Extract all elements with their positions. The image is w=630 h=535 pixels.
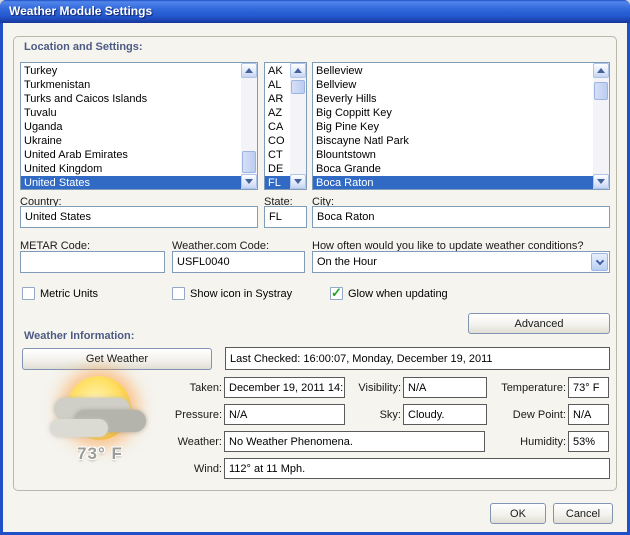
scroll-down-icon[interactable] xyxy=(290,174,306,189)
sky-value: Cloudy. xyxy=(403,404,487,425)
state-scroll-track[interactable] xyxy=(290,78,306,174)
checkbox-box[interactable]: ✓ xyxy=(22,287,35,300)
list-item[interactable]: Boca Grande xyxy=(313,162,593,176)
country-scrollbar[interactable] xyxy=(241,63,257,189)
country-list-items: TurkeyTurkmenistanTurks and Caicos Islan… xyxy=(21,63,241,189)
list-item[interactable]: AL xyxy=(265,78,290,92)
checkbox-label: Show icon in Systray xyxy=(190,288,292,300)
city-listbox[interactable]: BelleviewBellviewBeverly HillsBig Coppit… xyxy=(312,62,610,190)
checkbox-label: Metric Units xyxy=(40,288,98,300)
sky-label: Sky: xyxy=(330,409,401,421)
metric-units-checkbox[interactable]: ✓ Metric Units xyxy=(22,287,98,300)
combo-dropdown-button[interactable] xyxy=(591,253,608,271)
list-item[interactable]: United Kingdom xyxy=(21,162,241,176)
taken-label: Taken: xyxy=(150,382,222,394)
window-title: Weather Module Settings xyxy=(9,4,152,18)
list-item[interactable]: Uganda xyxy=(21,120,241,134)
dew-point-value: N/A xyxy=(568,404,609,425)
country-scroll-track[interactable] xyxy=(241,78,257,174)
scroll-down-icon[interactable] xyxy=(593,174,609,189)
list-item[interactable]: Belleview xyxy=(313,64,593,78)
list-item[interactable]: AZ xyxy=(265,106,290,120)
pressure-value: N/A xyxy=(224,404,345,425)
list-item[interactable]: Turkey xyxy=(21,64,241,78)
pressure-label: Pressure: xyxy=(150,409,222,421)
update-frequency-value: On the Hour xyxy=(313,256,591,268)
weather-value: No Weather Phenomena. xyxy=(224,431,485,452)
check-icon: ✓ xyxy=(331,286,342,299)
list-item[interactable]: Boca Raton xyxy=(313,176,593,189)
visibility-label: Visibility: xyxy=(330,382,401,394)
list-item[interactable]: Beverly Hills xyxy=(313,92,593,106)
get-weather-button[interactable]: Get Weather xyxy=(22,348,212,370)
humidity-value: 53% xyxy=(568,431,609,452)
temperature-label: Temperature: xyxy=(480,382,566,394)
list-item[interactable]: Bellview xyxy=(313,78,593,92)
list-item[interactable]: United States xyxy=(21,176,241,189)
weathercom-code-input[interactable] xyxy=(172,251,305,273)
list-item[interactable]: AR xyxy=(265,92,290,106)
checkbox-box[interactable]: ✓ xyxy=(172,287,185,300)
state-listbox[interactable]: AKALARAZCACOCTDEFL xyxy=(264,62,307,190)
list-item[interactable]: Biscayne Natl Park xyxy=(313,134,593,148)
advanced-button[interactable]: Advanced xyxy=(468,313,610,334)
list-item[interactable]: DE xyxy=(265,162,290,176)
state-list-items: AKALARAZCACOCTDEFL xyxy=(265,63,290,189)
scroll-up-icon[interactable] xyxy=(593,63,609,78)
ok-button[interactable]: OK xyxy=(490,503,546,524)
list-item[interactable]: AK xyxy=(265,64,290,78)
wind-label: Wind: xyxy=(150,463,222,475)
glow-when-updating-checkbox[interactable]: ✓ Glow when updating xyxy=(330,287,448,300)
titlebar[interactable]: Weather Module Settings xyxy=(0,0,630,23)
weather-label: Weather: xyxy=(150,436,222,448)
humidity-label: Humidity: xyxy=(480,436,566,448)
list-item[interactable]: Tuvalu xyxy=(21,106,241,120)
list-item[interactable]: Ukraine xyxy=(21,134,241,148)
state-scroll-thumb[interactable] xyxy=(291,80,305,94)
wind-value: 112° at 11 Mph. xyxy=(224,458,610,479)
list-item[interactable]: Big Pine Key xyxy=(313,120,593,134)
city-list-items: BelleviewBellviewBeverly HillsBig Coppit… xyxy=(313,63,593,189)
list-item[interactable]: Turkmenistan xyxy=(21,78,241,92)
visibility-value: N/A xyxy=(403,377,487,398)
list-item[interactable]: CT xyxy=(265,148,290,162)
cloud-icon xyxy=(50,419,108,437)
metar-code-input[interactable] xyxy=(20,251,165,273)
list-item[interactable]: Blountstown xyxy=(313,148,593,162)
icon-temperature-label: 73° F xyxy=(48,444,152,464)
last-checked-display: Last Checked: 16:00:07, Monday, December… xyxy=(225,347,610,370)
location-settings-label: Location and Settings: xyxy=(24,41,143,53)
systray-icon-checkbox[interactable]: ✓ Show icon in Systray xyxy=(172,287,292,300)
checkbox-box[interactable]: ✓ xyxy=(330,287,343,300)
temperature-value: 73° F xyxy=(568,377,609,398)
list-item[interactable]: CA xyxy=(265,120,290,134)
dew-point-label: Dew Point: xyxy=(480,409,566,421)
state-scrollbar[interactable] xyxy=(290,63,306,189)
list-item[interactable]: Turks and Caicos Islands xyxy=(21,92,241,106)
cancel-button[interactable]: Cancel xyxy=(553,503,613,524)
list-item[interactable]: FL xyxy=(265,176,290,189)
partly-cloudy-icon: 73° F xyxy=(48,372,152,470)
city-scrollbar[interactable] xyxy=(593,63,609,189)
list-item[interactable]: Big Coppitt Key xyxy=(313,106,593,120)
country-input[interactable] xyxy=(20,206,258,228)
weather-module-settings-window: Weather Module Settings Location and Set… xyxy=(0,0,630,535)
city-scroll-thumb[interactable] xyxy=(594,82,608,100)
scroll-up-icon[interactable] xyxy=(290,63,306,78)
list-item[interactable]: United Arab Emirates xyxy=(21,148,241,162)
checkbox-label: Glow when updating xyxy=(348,288,448,300)
city-scroll-track[interactable] xyxy=(593,78,609,174)
chevron-down-icon xyxy=(595,256,603,264)
list-item[interactable]: CO xyxy=(265,134,290,148)
scroll-up-icon[interactable] xyxy=(241,63,257,78)
taken-value: December 19, 2011 14: xyxy=(224,377,345,398)
weather-information-label: Weather Information: xyxy=(24,330,134,342)
country-scroll-thumb[interactable] xyxy=(242,151,256,173)
scroll-down-icon[interactable] xyxy=(241,174,257,189)
country-listbox[interactable]: TurkeyTurkmenistanTurks and Caicos Islan… xyxy=(20,62,258,190)
state-input[interactable] xyxy=(264,206,307,228)
update-frequency-select[interactable]: On the Hour xyxy=(312,251,610,273)
city-input[interactable] xyxy=(312,206,610,228)
